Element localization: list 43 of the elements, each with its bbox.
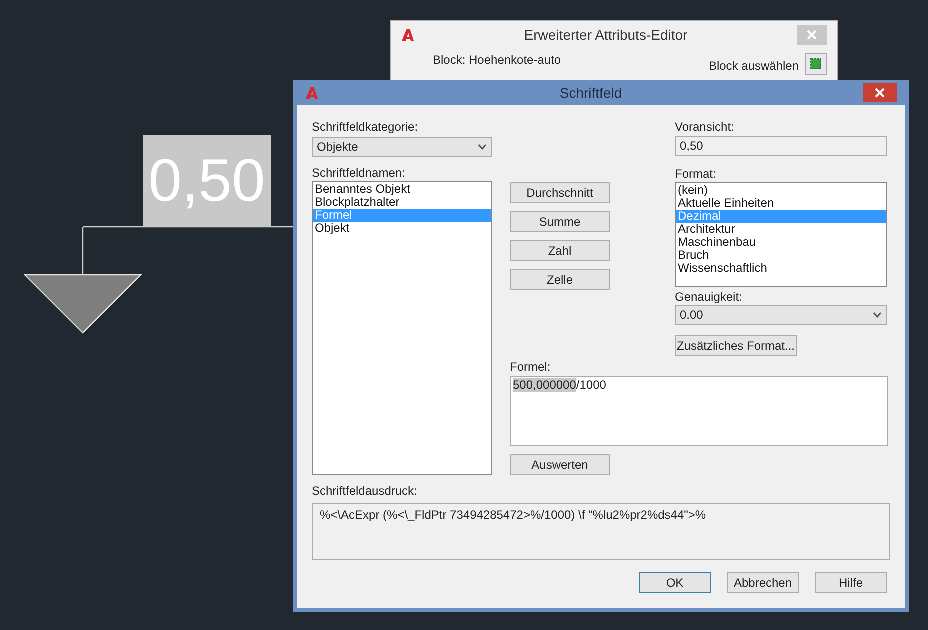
list-item[interactable]: Maschinenbau bbox=[676, 236, 886, 249]
preview-field: 0,50 bbox=[675, 136, 887, 156]
close-icon bbox=[807, 30, 817, 40]
field-label: Schriftfeldausdruck: bbox=[312, 484, 418, 498]
field-label: Formel: bbox=[510, 360, 552, 374]
field-label: Genauigkeit: bbox=[675, 290, 744, 304]
field-label: Voransicht: bbox=[675, 120, 736, 134]
dialog-button[interactable]: OK bbox=[639, 572, 711, 593]
window-title: Erweiterter Attributs-Editor bbox=[523, 28, 689, 42]
list-item[interactable]: Benanntes Objekt bbox=[313, 183, 491, 196]
selection-icon bbox=[809, 57, 823, 71]
formula-field[interactable]: 500,000000/1000 bbox=[510, 376, 888, 446]
dialog-button[interactable]: Auswerten bbox=[510, 454, 610, 475]
dialog-button[interactable]: Zusätzliches Format... bbox=[675, 335, 797, 356]
list-item[interactable]: Bruch bbox=[676, 249, 886, 262]
dialog-button[interactable]: Zelle bbox=[510, 269, 610, 290]
list-item[interactable]: (kein) bbox=[676, 184, 886, 197]
chevron-icon bbox=[873, 312, 882, 318]
list-item[interactable]: Wissenschaftlich bbox=[676, 262, 886, 275]
list-item[interactable]: Blockplatzhalter bbox=[313, 196, 491, 209]
precision-dropdown[interactable]: 0.00 bbox=[675, 305, 887, 325]
dialog-button[interactable]: Summe bbox=[510, 211, 610, 232]
list-item[interactable]: Architektur bbox=[676, 223, 886, 236]
dialog-button[interactable]: Durchschnitt bbox=[510, 182, 610, 203]
dialog-button[interactable]: Abbrechen bbox=[727, 572, 799, 593]
category-dropdown[interactable]: Objekte bbox=[312, 137, 492, 157]
block-name: Block: Hoehenkote-auto bbox=[433, 53, 562, 67]
select-label: Block auswählen bbox=[708, 59, 799, 73]
dialog-title: Schriftfeld bbox=[558, 86, 624, 100]
field-label: Schriftfeldkategorie: bbox=[312, 120, 420, 134]
field-label: Schriftfeldnamen: bbox=[312, 166, 406, 180]
dialog-button[interactable]: Zahl bbox=[510, 240, 610, 261]
close-button[interactable] bbox=[863, 83, 897, 102]
chevron-icon bbox=[478, 144, 487, 150]
list-item[interactable]: Objekt bbox=[313, 222, 491, 235]
select-block-button[interactable] bbox=[805, 53, 827, 75]
close-icon bbox=[875, 88, 885, 98]
logo-icon bbox=[401, 28, 415, 42]
field-label: Format: bbox=[675, 167, 718, 181]
dialog-button[interactable]: Hilfe bbox=[815, 572, 887, 593]
list-item[interactable]: Aktuelle Einheiten bbox=[676, 197, 886, 210]
expression-field: %<\AcExpr (%<\_FldPtr 73494285472>%/1000) \f "%lu2%pr2%ds44">% bbox=[312, 503, 890, 560]
logo-icon bbox=[305, 86, 319, 100]
